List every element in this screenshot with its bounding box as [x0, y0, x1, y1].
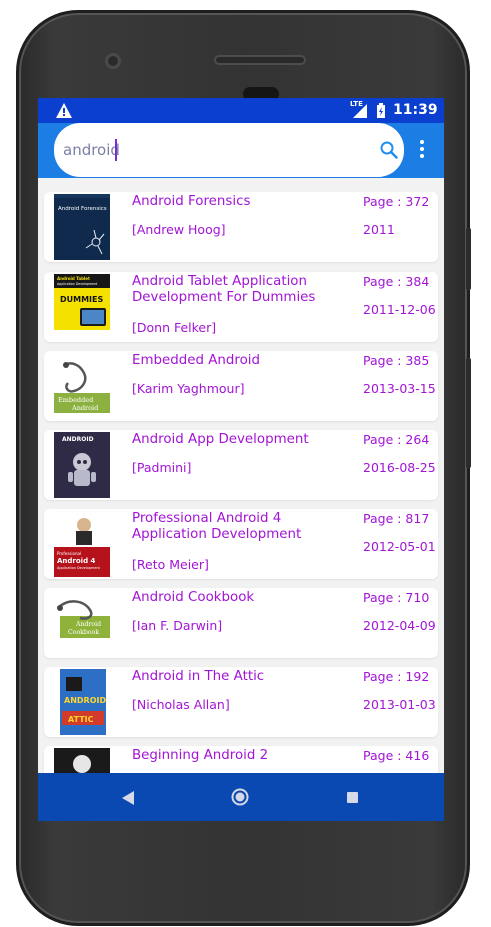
svg-text:Android Tablet: Android Tablet [57, 276, 90, 281]
book-date: 2011-12-06 [363, 302, 436, 317]
book-author: [Ian F. Darwin] [132, 618, 223, 633]
book-cover-image [54, 748, 110, 773]
book-title[interactable]: Embedded Android [132, 353, 347, 369]
book-date: 2013-01-03 [363, 697, 436, 712]
front-camera [105, 53, 121, 69]
signal-icon [353, 104, 367, 118]
earpiece-speaker [214, 55, 306, 65]
book-cover-image: Embedded Android [54, 353, 110, 419]
home-icon[interactable] [231, 788, 249, 806]
search-box[interactable] [54, 123, 404, 177]
book-item[interactable]: Android Tablet Application Development D… [44, 272, 438, 342]
navigation-bar [38, 773, 444, 821]
book-date: 2012-05-01 [363, 539, 436, 554]
book-pages: Page : 264 [363, 432, 430, 447]
svg-text:DUMMIES: DUMMIES [60, 295, 104, 304]
book-title[interactable]: Beginning Android 2 [132, 748, 347, 764]
book-item[interactable]: ANDROID ATTIC Android in The Attic [Nich… [44, 667, 438, 737]
book-cover-image: Android Cookbook [54, 590, 110, 656]
book-item[interactable]: Professional Android 4 Application Devel… [44, 509, 438, 579]
book-date: 2016-08-25 [363, 460, 436, 475]
app-bar [38, 123, 444, 178]
recent-apps-icon[interactable] [347, 792, 358, 803]
book-pages: Page : 385 [363, 353, 430, 368]
book-author: [Donn Felker] [132, 320, 217, 335]
book-cover-image: Android Forensics [54, 194, 110, 260]
book-author: [Nicholas Allan] [132, 697, 230, 712]
book-author: [Padmini] [132, 460, 192, 475]
book-pages: Page : 384 [363, 274, 430, 289]
book-list[interactable]: Android Forensics Android Forensics [And… [38, 178, 444, 773]
book-pages: Page : 817 [363, 511, 430, 526]
svg-text:Embedded: Embedded [58, 396, 93, 404]
book-cover-image: Professional Android 4 Application Devel… [54, 511, 110, 577]
svg-text:Android: Android [75, 621, 101, 628]
book-pages: Page : 192 [363, 669, 430, 684]
book-item[interactable]: ANDROID Android App Development [Padmini… [44, 430, 438, 500]
svg-text:Application Development: Application Development [57, 566, 101, 570]
volume-button[interactable] [466, 228, 471, 290]
battery-icon [377, 103, 385, 118]
status-bar: LTE 11:39 [38, 98, 444, 123]
book-title[interactable]: Android Tablet Application Development F… [132, 274, 347, 306]
book-author: [Andrew Hoog] [132, 222, 226, 237]
book-cover-image: ANDROID ATTIC [54, 669, 110, 735]
svg-text:ANDROID: ANDROID [64, 696, 106, 705]
svg-text:Android 4: Android 4 [57, 557, 96, 565]
book-title[interactable]: Android in The Attic [132, 669, 347, 685]
warning-icon [56, 103, 72, 118]
book-author: [Reto Meier] [132, 557, 209, 572]
svg-text:Application Development: Application Development [57, 282, 98, 286]
book-date: 2011 [363, 222, 395, 237]
book-author: [Karim Yaghmour] [132, 381, 245, 396]
book-date: 2013-03-15 [363, 381, 436, 396]
book-pages: Page : 710 [363, 590, 430, 605]
svg-text:Professional: Professional [57, 551, 81, 556]
more-options-icon[interactable] [418, 138, 426, 160]
book-cover-image: ANDROID [54, 432, 110, 498]
book-item[interactable]: Beginning Android 2 Page : 416 [44, 746, 438, 773]
book-item[interactable]: Android Cookbook Android Cookbook [Ian F… [44, 588, 438, 658]
clock: 11:39 [393, 102, 438, 118]
power-button[interactable] [466, 358, 471, 468]
book-title[interactable]: Professional Android 4 Application Devel… [132, 511, 347, 543]
book-date: 2012-04-09 [363, 618, 436, 633]
back-icon[interactable] [122, 791, 134, 805]
book-title[interactable]: Android App Development [132, 432, 347, 448]
cover-title-text: Android Forensics [58, 206, 107, 212]
search-input[interactable] [62, 137, 362, 163]
svg-text:Cookbook: Cookbook [68, 629, 99, 636]
screen: LTE 11:39 android Android Forensics Andr… [38, 98, 444, 821]
book-pages: Page : 372 [363, 194, 430, 209]
book-cover-image: Android Tablet Application Development D… [54, 274, 110, 340]
text-cursor [115, 139, 117, 161]
book-title[interactable]: Android Forensics [132, 194, 347, 210]
book-item[interactable]: Embedded Android Embedded Android [Karim… [44, 351, 438, 421]
svg-text:ATTIC: ATTIC [68, 715, 94, 724]
svg-text:Android: Android [71, 404, 98, 412]
svg-text:ANDROID: ANDROID [62, 436, 94, 443]
book-title[interactable]: Android Cookbook [132, 590, 347, 606]
book-item[interactable]: Android Forensics Android Forensics [And… [44, 192, 438, 262]
search-icon[interactable] [380, 141, 398, 159]
book-pages: Page : 416 [363, 748, 430, 763]
